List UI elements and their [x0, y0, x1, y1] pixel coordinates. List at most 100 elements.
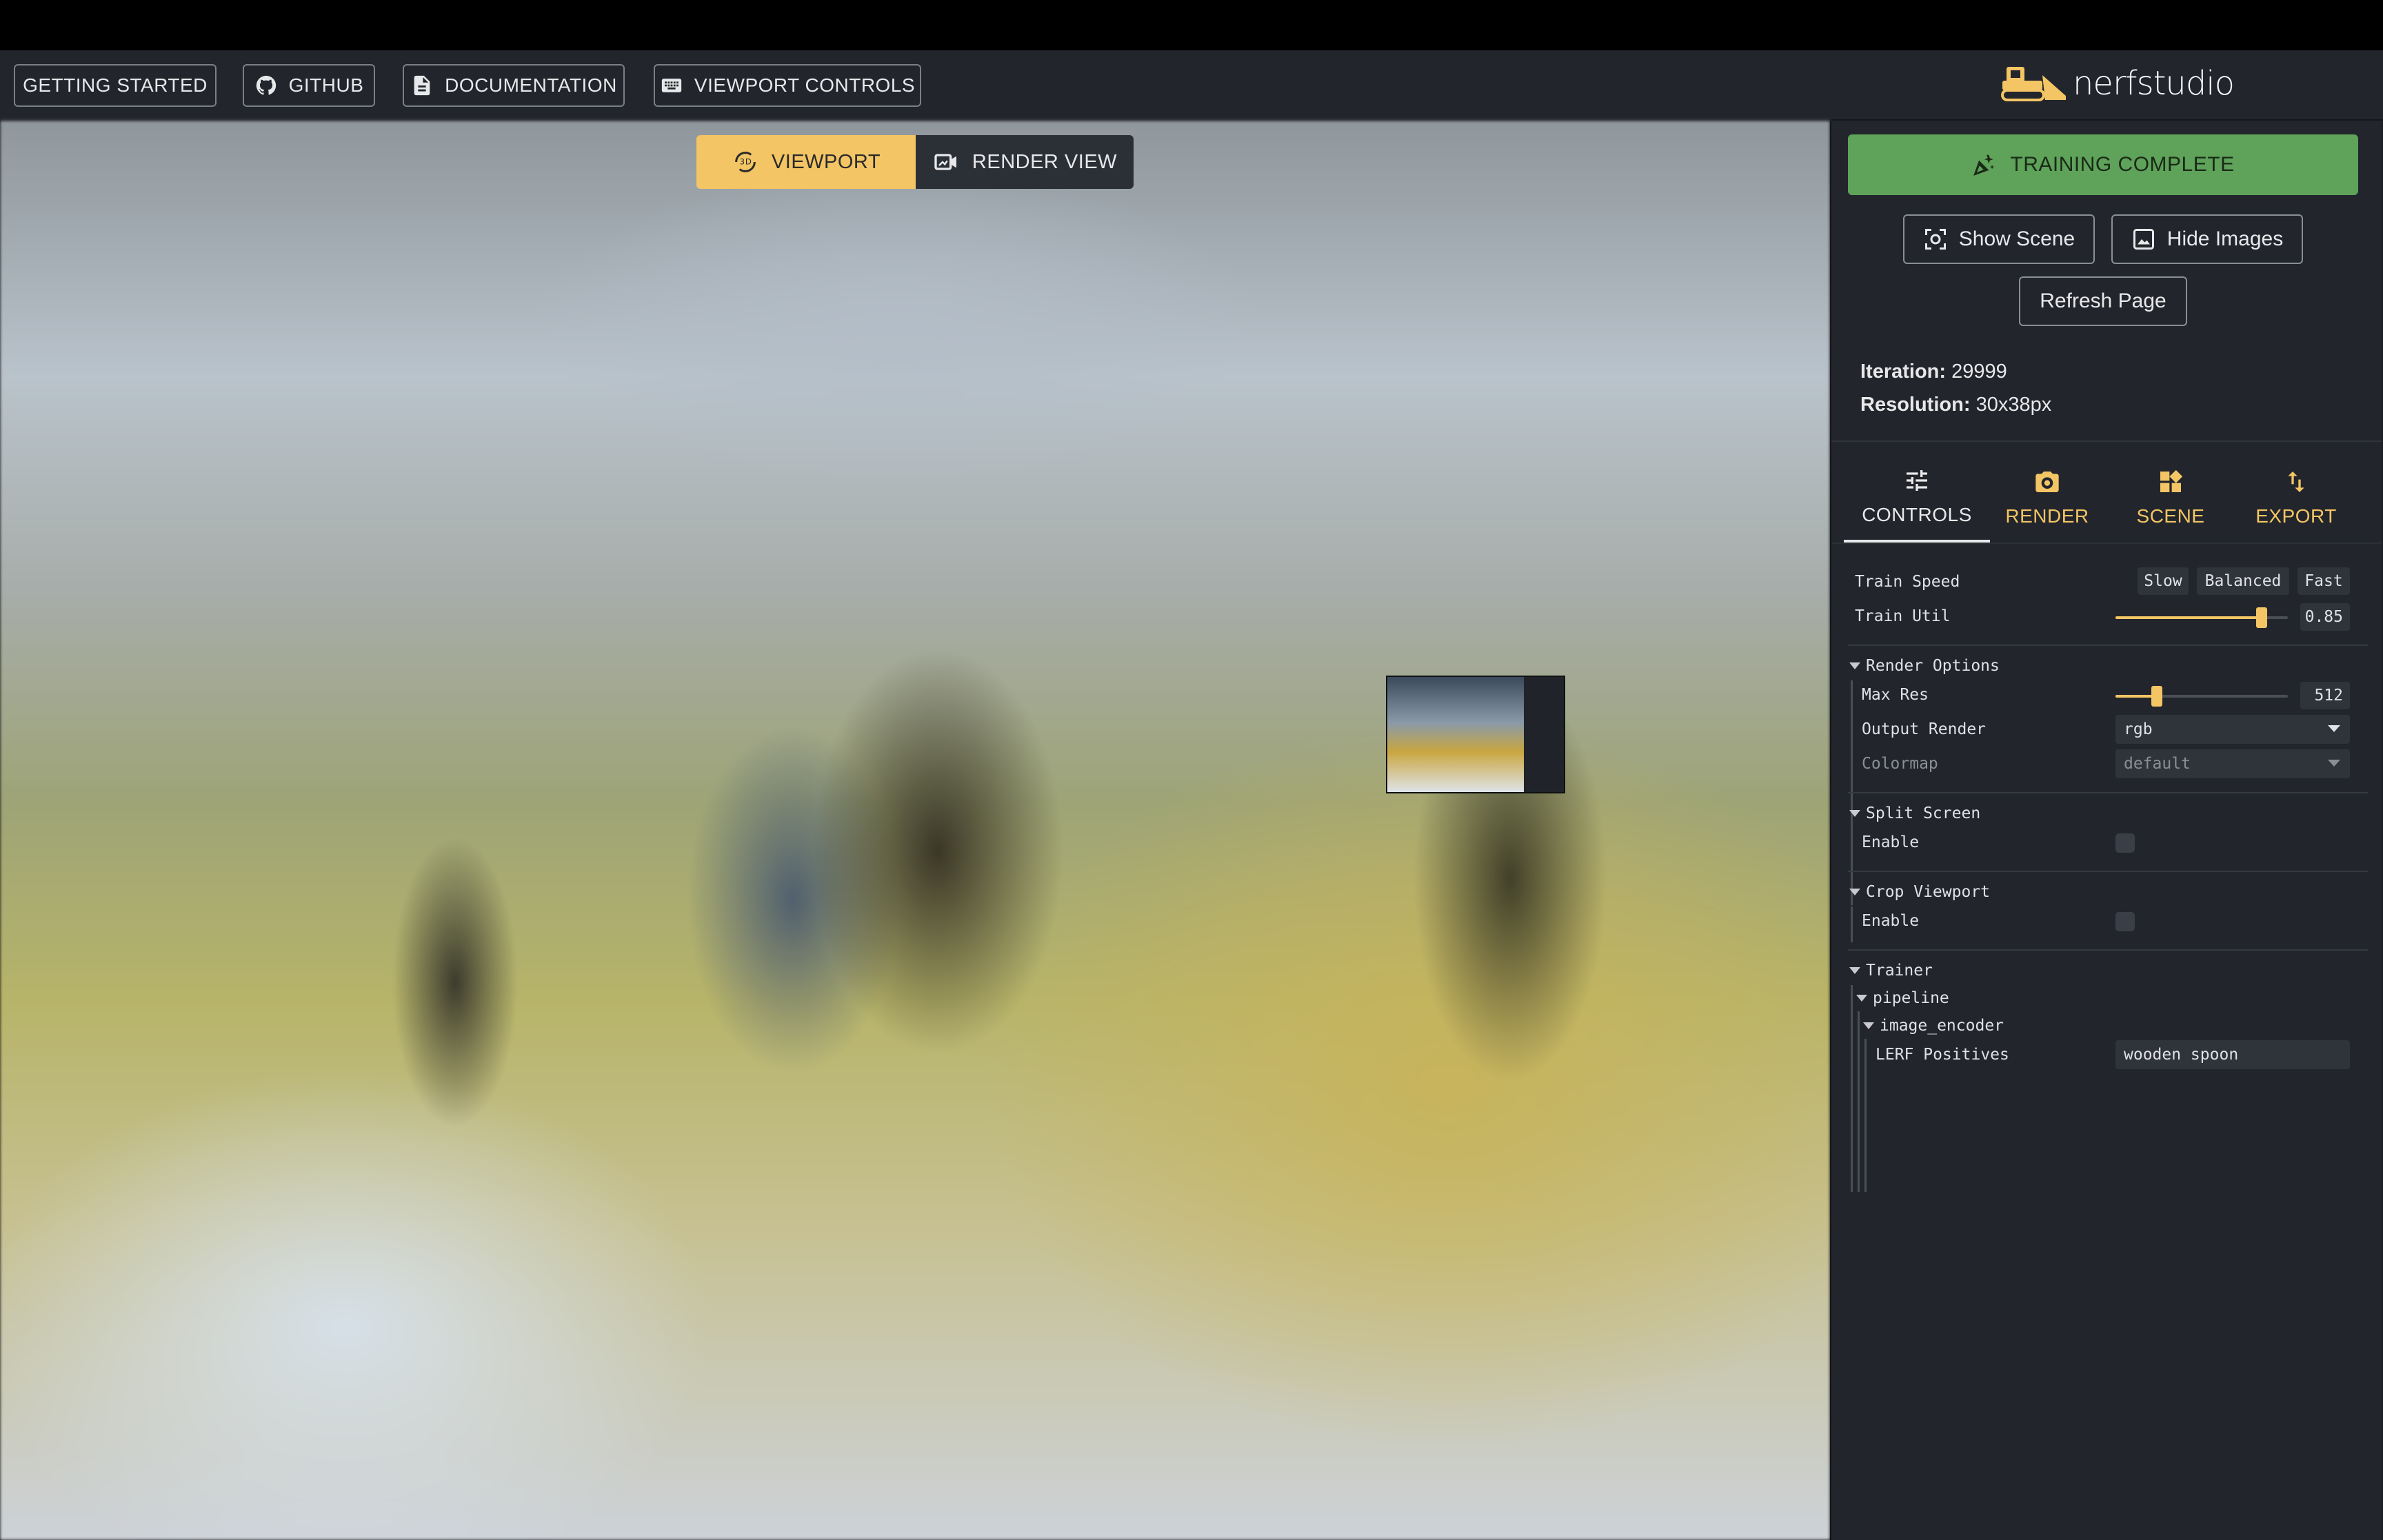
train-speed-label: Train Speed	[1855, 573, 1960, 591]
crop-viewport-indent-line	[1851, 906, 1853, 942]
show-scene-label: Show Scene	[1958, 227, 2075, 250]
tab-scene[interactable]: SCENE	[2104, 453, 2237, 543]
render-options-label: Render Options	[1866, 657, 2000, 675]
trainer-label: Trainer	[1866, 962, 1933, 980]
tab-controls-label: CONTROLS	[1862, 504, 1972, 525]
image-icon	[2133, 229, 2154, 250]
viewport-tab-bar: 3D VIEWPORT RENDER VIEW	[696, 135, 1134, 189]
3d-viewport-canvas[interactable]	[0, 121, 1830, 1540]
iteration-label: Iteration:	[1860, 361, 1947, 383]
train-speed-slow-button[interactable]: Slow	[2138, 567, 2189, 595]
balanced-label: Balanced	[2204, 572, 2282, 590]
tabs-divider	[1831, 543, 2383, 544]
refresh-page-label: Refresh Page	[2040, 290, 2166, 312]
section-divider	[1848, 871, 2368, 872]
tab-viewport-label: VIEWPORT	[771, 150, 881, 173]
max-res-slider-thumb[interactable]	[2151, 686, 2162, 707]
train-util-label: Train Util	[1855, 607, 1951, 625]
chevron-down-icon	[1849, 889, 1860, 895]
github-icon	[256, 75, 276, 95]
chevron-down-icon	[1849, 662, 1860, 669]
viewport-controls-button[interactable]: VIEWPORT CONTROLS	[654, 64, 921, 107]
crop-enable-label: Enable	[1862, 912, 1920, 930]
split-screen-label: Split Screen	[1866, 804, 1981, 822]
train-util-slider-fill	[2115, 616, 2262, 619]
chevron-down-icon	[1863, 1022, 1874, 1029]
train-util-value-input[interactable]: 0.85	[2300, 603, 2350, 631]
tab-export-label: EXPORT	[2255, 505, 2337, 527]
tab-render[interactable]: RENDER	[1990, 453, 2104, 543]
show-scene-button[interactable]: Show Scene	[1903, 214, 2095, 264]
resolution-value: 30x38px	[1975, 394, 2052, 416]
colormap-value: default	[2124, 755, 2191, 773]
section-divider	[1848, 792, 2368, 793]
tab-render-label: RENDER	[2005, 505, 2089, 527]
tab-render-view[interactable]: RENDER VIEW	[916, 135, 1134, 189]
max-res-value-input[interactable]: 512	[2300, 682, 2350, 709]
viewport-controls-label: VIEWPORT CONTROLS	[694, 74, 916, 96]
iteration-stat: Iteration: 29999	[1860, 361, 2007, 383]
output-render-select[interactable]: rgb	[2115, 715, 2350, 744]
getting-started-button[interactable]: GETTING STARTED	[14, 64, 217, 107]
tab-viewport[interactable]: 3D VIEWPORT	[696, 135, 916, 189]
nerfstudio-logo: nerfstudio	[2000, 63, 2235, 104]
section-divider	[1848, 645, 2368, 646]
split-screen-indent-line	[1851, 828, 1853, 864]
image-encoder-indent-line	[1864, 1039, 1867, 1192]
split-screen-header[interactable]: Split Screen	[1849, 804, 1980, 822]
svg-text:3D: 3D	[740, 156, 752, 166]
import-export-icon	[2288, 472, 2304, 492]
crop-viewport-enable-checkbox[interactable]	[2115, 912, 2135, 931]
camera-image-thumbnail[interactable]	[1386, 676, 1565, 793]
slow-label: Slow	[2144, 572, 2182, 590]
trainer-indent-line	[1851, 985, 1853, 1192]
max-res-slider-fill	[2115, 695, 2157, 698]
lerf-positives-value: wooden spoon	[2124, 1046, 2239, 1064]
dropdown-caret-icon	[2328, 760, 2340, 767]
github-button[interactable]: GITHUB	[243, 64, 375, 107]
documentation-button[interactable]: DOCUMENTATION	[403, 64, 625, 107]
image-encoder-header[interactable]: image_encoder	[1863, 1017, 2004, 1035]
trainer-header[interactable]: Trainer	[1849, 962, 1933, 980]
celebration-icon	[1973, 154, 1995, 176]
lerf-positives-input[interactable]: wooden spoon	[2115, 1040, 2350, 1069]
colormap-select[interactable]: default	[2115, 749, 2350, 778]
tab-export[interactable]: EXPORT	[2237, 453, 2355, 543]
tab-render-view-label: RENDER VIEW	[972, 150, 1118, 173]
train-util-slider-thumb[interactable]	[2256, 607, 2267, 628]
camera-icon	[2035, 472, 2059, 492]
split-screen-enable-checkbox[interactable]	[2115, 833, 2135, 853]
panel-tab-bar: CONTROLS RENDER SCENE EXPORT	[1844, 453, 2372, 543]
render-options-header[interactable]: Render Options	[1849, 657, 2000, 675]
hide-images-button[interactable]: Hide Images	[2111, 214, 2303, 264]
chevron-down-icon	[1856, 995, 1867, 1002]
pipeline-header[interactable]: pipeline	[1856, 989, 1949, 1007]
training-complete-button[interactable]: TRAINING COMPLETE	[1848, 134, 2358, 195]
tab-scene-label: SCENE	[2136, 505, 2205, 527]
image-encoder-label: image_encoder	[1880, 1017, 2004, 1035]
keyboard-icon	[661, 79, 682, 92]
video-camera-icon	[934, 154, 956, 170]
train-speed-fast-button[interactable]: Fast	[2297, 567, 2350, 595]
refresh-page-button[interactable]: Refresh Page	[2019, 276, 2187, 326]
dropdown-caret-icon	[2328, 725, 2340, 732]
bulldozer-icon	[2000, 67, 2066, 101]
split-enable-label: Enable	[1862, 833, 1920, 851]
crop-viewport-label: Crop Viewport	[1866, 883, 1991, 901]
resolution-label: Resolution:	[1860, 394, 1971, 416]
logo-text: nerfstudio	[2072, 64, 2235, 103]
chevron-down-icon	[1849, 810, 1860, 817]
crop-viewport-header[interactable]: Crop Viewport	[1849, 883, 1990, 901]
pipeline-label: pipeline	[1873, 989, 1949, 1007]
chevron-down-icon	[1849, 967, 1860, 974]
widgets-icon	[2160, 469, 2183, 492]
fast-label: Fast	[2304, 572, 2343, 590]
tab-controls[interactable]: CONTROLS	[1844, 453, 1990, 543]
pipeline-indent-line	[1858, 1011, 1860, 1192]
github-label: GITHUB	[288, 74, 364, 96]
lerf-positives-label: LERF Positives	[1876, 1046, 2009, 1064]
top-black-bar	[0, 0, 2383, 50]
train-speed-balanced-button[interactable]: Balanced	[2197, 567, 2289, 595]
scene-view-icon	[1924, 229, 1946, 250]
getting-started-label: GETTING STARTED	[23, 74, 208, 96]
